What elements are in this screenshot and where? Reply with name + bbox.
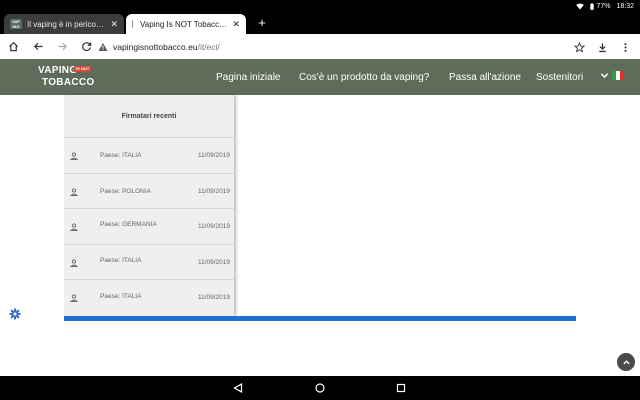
clock: 18:32 <box>616 2 634 10</box>
person-icon <box>70 259 78 267</box>
status-bar: 77% 18:32 <box>0 0 640 12</box>
circle-home-icon <box>315 383 325 393</box>
close-icon[interactable]: ✕ <box>232 19 240 30</box>
signer-country: Paese: ITALIA <box>100 152 142 159</box>
person-icon <box>70 223 78 231</box>
person-icon <box>70 152 78 160</box>
wifi-icon <box>576 2 585 10</box>
panel-title: Firmatari recenti <box>121 112 177 120</box>
chevron-up-icon <box>622 359 630 364</box>
system-recents-button[interactable] <box>394 381 408 395</box>
gear-icon[interactable] <box>9 308 21 320</box>
star-icon <box>573 41 585 53</box>
download-icon <box>598 42 606 52</box>
more-vert-icon <box>623 42 627 52</box>
language-selector[interactable] <box>600 71 624 80</box>
bookmark-button[interactable] <box>568 36 590 58</box>
system-home-button[interactable] <box>313 381 327 395</box>
browser-toolbar: vapingisnottobacco.eu/it/eci/ <box>0 34 640 59</box>
chevron-down-icon <box>600 73 609 79</box>
site-header: VAPING IS NOT TOBACCO Pagina iniziale Co… <box>0 59 640 95</box>
person-icon <box>70 188 78 196</box>
signer-date: 11/09/2019 <box>197 188 230 195</box>
logo-badge: IS NOT <box>74 66 92 72</box>
triangle-back-icon <box>233 383 243 393</box>
recent-signers-panel: Firmatari recenti Paese: ITALIA 11/09/20… <box>64 95 234 316</box>
system-nav-bar <box>0 376 640 400</box>
close-icon[interactable]: ✕ <box>110 19 118 30</box>
tab-title: Vaping Is NOT Tobacco | Firm <box>140 19 227 29</box>
tab-strip: VAPING Il vaping è in pericolo! firma la… <box>0 12 640 34</box>
forward-button[interactable] <box>51 35 73 57</box>
arrow-right-icon <box>57 42 67 50</box>
nav-home[interactable]: Pagina iniziale <box>216 59 281 95</box>
nav-supporters[interactable]: Sostenitori <box>536 59 583 95</box>
reload-icon <box>81 41 91 51</box>
battery-icon <box>590 2 595 10</box>
signer-date: 11/09/2019 <box>197 294 230 301</box>
warning-icon[interactable] <box>98 42 108 52</box>
toolbar-actions <box>568 36 636 58</box>
logo-line2: TOBACCO <box>42 77 95 88</box>
home-icon <box>8 41 18 51</box>
person-icon <box>70 294 78 302</box>
table-row: Paese: ITALIA 11/09/2019 <box>64 279 234 315</box>
signer-country: Paese: ITALIA <box>100 257 142 264</box>
nav-what-is-vaping[interactable]: Cos'è un prodotto da vaping? <box>299 59 429 95</box>
italy-flag-icon <box>612 71 624 80</box>
signer-date: 11/09/2019 <box>197 259 230 266</box>
signer-country: Paese: GERMANIA <box>100 221 157 228</box>
tab-vaping-is-not-tobacco[interactable]: Vaping Is NOT Tobacco | Firm ✕ <box>126 14 246 34</box>
square-recents-icon <box>396 383 406 393</box>
signer-date: 11/09/2019 <box>197 152 230 159</box>
screen: 77% 18:32 VAP ING Il vaping è in pericolo… <box>0 0 640 400</box>
tab-spinner-icon <box>132 20 135 28</box>
address-bar[interactable]: vapingisnottobacco.eu/it/eci/ <box>98 37 612 56</box>
accent-bar <box>64 316 576 321</box>
scroll-to-top-button[interactable] <box>617 353 635 371</box>
table-row: Paese: ITALIA 11/09/2019 <box>64 137 234 173</box>
back-button[interactable] <box>27 35 49 57</box>
menu-button[interactable] <box>614 36 636 58</box>
tab-petition[interactable]: VAPING Il vaping è in pericolo! firma la… <box>4 14 124 34</box>
url-path: /it/eci/ <box>197 41 220 52</box>
battery-status: 77% <box>590 3 610 10</box>
table-row: Paese: POLONIA 11/09/2019 <box>64 173 234 209</box>
signer-date: 11/09/2019 <box>197 223 230 230</box>
system-back-button[interactable] <box>231 381 245 395</box>
signer-country: Paese: ITALIA <box>100 293 142 300</box>
site-logo[interactable]: VAPING IS NOT TOBACCO <box>38 65 95 91</box>
signer-country: Paese: POLONIA <box>100 188 151 195</box>
arrow-left-icon <box>33 42 43 50</box>
home-button[interactable] <box>2 35 24 57</box>
download-button[interactable] <box>591 36 613 58</box>
table-row: Paese: ITALIA 11/09/2019 <box>64 244 234 280</box>
url-host: vapingisnottobacco.eu <box>113 41 198 52</box>
logo-line1: VAPING <box>38 65 78 76</box>
reload-button[interactable] <box>75 35 97 57</box>
table-row: Paese: GERMANIA 11/09/2019 <box>64 208 234 244</box>
battery-level: 77% <box>596 2 611 10</box>
new-tab-button[interactable]: + <box>254 14 270 32</box>
nav-take-action[interactable]: Passa all'azione <box>449 59 521 95</box>
tab-title: Il vaping è in pericolo! firma la <box>27 19 105 29</box>
site-favicon: VAP ING <box>10 19 22 29</box>
